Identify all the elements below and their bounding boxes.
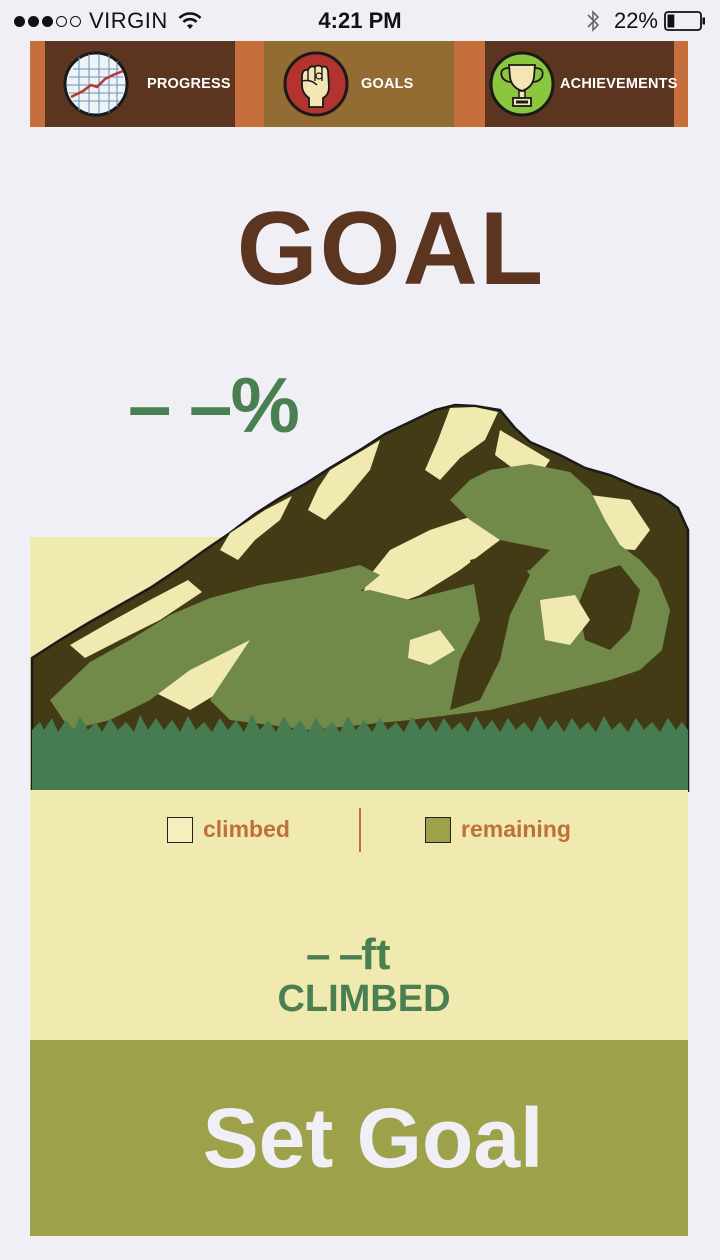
climbed-swatch — [167, 816, 193, 843]
goal-percent: – –% — [128, 360, 300, 451]
feet-number: – – — [306, 930, 363, 979]
status-bar: VIRGIN 4:21 PM 22% — [0, 0, 720, 44]
remaining-swatch — [425, 816, 451, 843]
tab-achievements[interactable]: ACHIEVEMENTS — [485, 41, 677, 127]
goal-percent-value: – – — [128, 361, 232, 449]
chart-icon — [63, 51, 129, 117]
feet-climbed-value: – –ft — [306, 930, 390, 980]
legend-remaining: remaining — [425, 816, 571, 843]
tab-progress[interactable]: PROGRESS — [45, 41, 235, 127]
status-right: 22% — [586, 8, 706, 34]
bluetooth-icon — [587, 10, 600, 32]
tab-goals[interactable]: GOALS — [264, 41, 454, 127]
feet-unit: ft — [361, 930, 391, 979]
mountain-illustration — [30, 403, 690, 792]
trophy-icon — [489, 51, 555, 117]
stats-panel: climbed remaining – –ft CLIMBED — [30, 790, 688, 1040]
climbed-caption: CLIMBED — [277, 978, 451, 1020]
tab-label: GOALS — [361, 76, 414, 92]
tab-label: ACHIEVEMENTS — [560, 76, 678, 92]
legend-divider — [359, 808, 361, 852]
tab-label: PROGRESS — [147, 76, 231, 92]
fist-icon — [283, 51, 349, 117]
legend-climbed-label: climbed — [203, 816, 290, 842]
set-goal-button[interactable]: Set Goal — [30, 1040, 688, 1236]
battery-percent: 22% — [613, 8, 658, 33]
legend-remaining-label: remaining — [461, 816, 571, 842]
page-title: GOAL — [236, 191, 546, 307]
legend-climbed: climbed — [167, 816, 290, 843]
tab-bar: PROGRESS GOALS ACHIEVEMENTS — [30, 41, 688, 127]
goal-percent-symbol: % — [230, 361, 299, 449]
battery-icon — [664, 11, 705, 31]
